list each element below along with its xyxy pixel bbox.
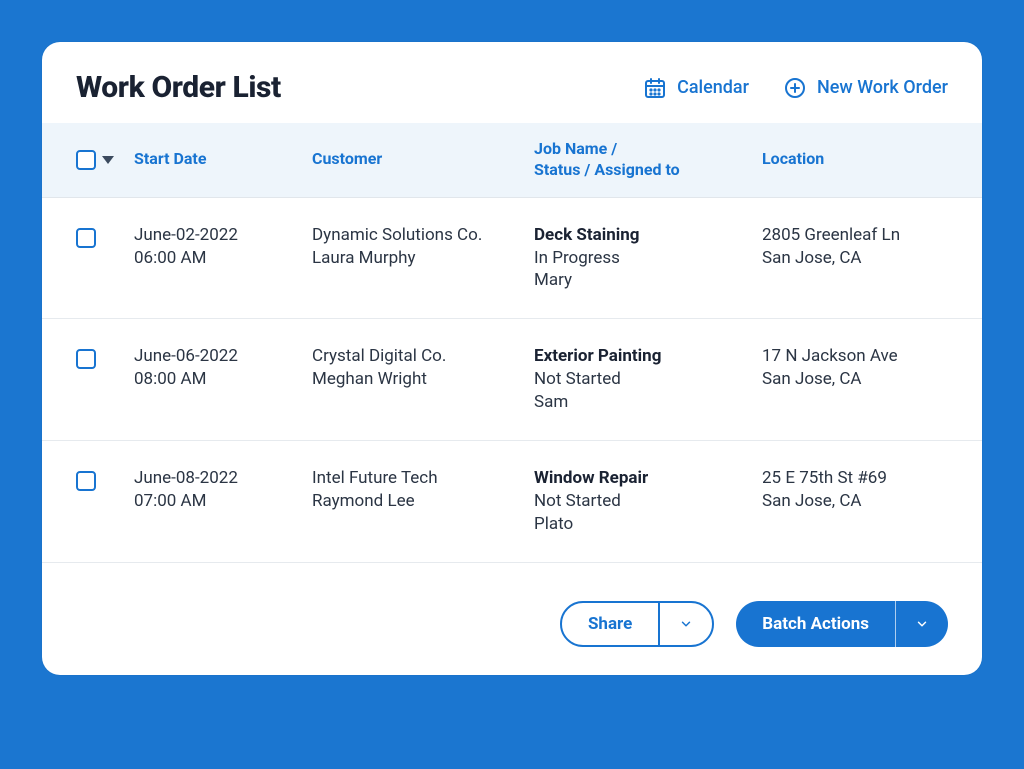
card-header: Work Order List Calendar	[42, 42, 982, 123]
row-checkbox[interactable]	[76, 349, 96, 369]
batch-actions-button[interactable]: Batch Actions	[736, 601, 895, 647]
table-row[interactable]: June-08-2022 07:00 AM Intel Future Tech …	[42, 441, 982, 563]
cell-customer: Crystal Digital Co. Meghan Wright	[312, 345, 534, 391]
cell-job: Exterior Painting Not Started Sam	[534, 345, 762, 414]
footer-actions: Share Batch Actions	[42, 563, 982, 647]
row-checkbox[interactable]	[76, 228, 96, 248]
share-split-button: Share	[560, 601, 714, 647]
table-body: June-02-2022 06:00 AM Dynamic Solutions …	[42, 198, 982, 563]
table-row[interactable]: June-06-2022 08:00 AM Crystal Digital Co…	[42, 319, 982, 441]
cell-location: 17 N Jackson Ave San Jose, CA	[762, 345, 982, 391]
row-checkbox[interactable]	[76, 471, 96, 491]
header-actions: Calendar New Work Order	[643, 76, 948, 100]
select-all-checkbox[interactable]	[76, 150, 96, 170]
share-button[interactable]: Share	[562, 603, 658, 645]
calendar-icon	[643, 76, 667, 100]
work-order-card: Work Order List Calendar	[42, 42, 982, 675]
calendar-button[interactable]: Calendar	[643, 76, 749, 100]
sort-caret-icon[interactable]	[102, 156, 114, 164]
cell-customer: Dynamic Solutions Co. Laura Murphy	[312, 224, 534, 270]
col-customer[interactable]: Customer	[312, 149, 534, 170]
new-work-order-button[interactable]: New Work Order	[783, 76, 948, 100]
cell-job: Window Repair Not Started Plato	[534, 467, 762, 536]
cell-start-date: June-02-2022 06:00 AM	[134, 224, 312, 270]
col-start-date[interactable]: Start Date	[134, 149, 312, 170]
batch-actions-split-button: Batch Actions	[736, 601, 948, 647]
cell-job: Deck Staining In Progress Mary	[534, 224, 762, 293]
cell-location: 25 E 75th St #69 San Jose, CA	[762, 467, 982, 513]
page-title: Work Order List	[76, 70, 281, 105]
cell-start-date: June-06-2022 08:00 AM	[134, 345, 312, 391]
share-dropdown-toggle[interactable]	[660, 603, 712, 645]
cell-location: 2805 Greenleaf Ln San Jose, CA	[762, 224, 982, 270]
calendar-label: Calendar	[677, 77, 749, 98]
chevron-down-icon	[679, 617, 693, 631]
col-location[interactable]: Location	[762, 149, 982, 170]
cell-start-date: June-08-2022 07:00 AM	[134, 467, 312, 513]
cell-customer: Intel Future Tech Raymond Lee	[312, 467, 534, 513]
plus-circle-icon	[783, 76, 807, 100]
batch-actions-dropdown-toggle[interactable]	[896, 601, 948, 647]
table-header-row: Start Date Customer Job Name / Status / …	[42, 123, 982, 198]
new-work-order-label: New Work Order	[817, 77, 948, 98]
chevron-down-icon	[915, 617, 929, 631]
col-job[interactable]: Job Name / Status / Assigned to	[534, 139, 762, 181]
table-row[interactable]: June-02-2022 06:00 AM Dynamic Solutions …	[42, 198, 982, 320]
